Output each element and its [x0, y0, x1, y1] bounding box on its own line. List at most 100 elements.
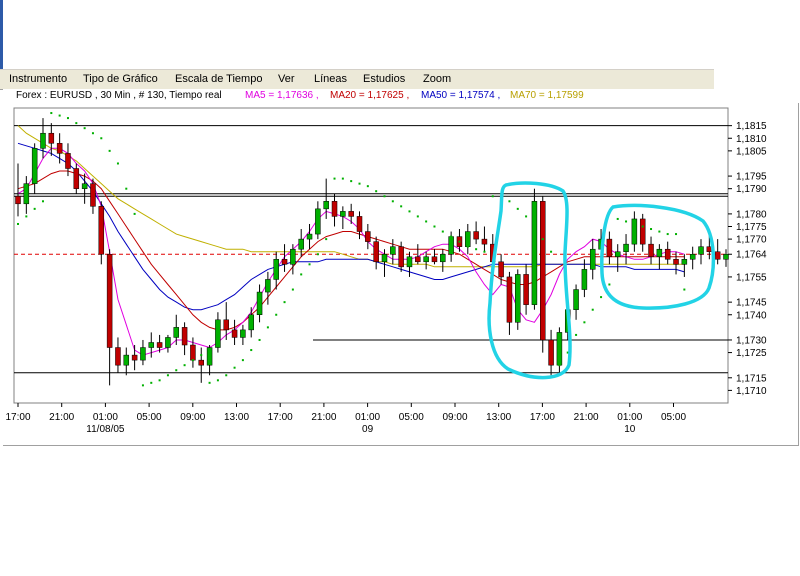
sar-dot: [508, 200, 511, 203]
candle-body: [473, 231, 479, 240]
menu-lineas[interactable]: Líneas: [314, 73, 347, 85]
x-tick-label: 21:00: [574, 412, 599, 423]
menu-escala-de-tiempo[interactable]: Escala de Tiempo: [175, 73, 262, 85]
candle-body: [614, 251, 621, 258]
candle-body: [165, 337, 171, 348]
y-tick-label: 1,1710: [736, 386, 767, 397]
price-chart[interactable]: 1,1815 1,18101,1805 1,17951,1790 1,1780 1,17…: [3, 103, 798, 445]
y-tick-label: 1,1764: [736, 250, 767, 261]
candle-body: [506, 276, 513, 323]
sar-dot: [108, 149, 111, 152]
sar-dot: [358, 182, 361, 185]
sar-dot: [66, 117, 69, 120]
top-blank-area: [0, 0, 800, 66]
window-edge: [0, 0, 3, 70]
x-tick-label: 01:00: [355, 412, 380, 423]
menu-estudios[interactable]: Estudios: [363, 73, 405, 85]
sar-dot: [625, 220, 628, 223]
candle-body: [265, 279, 271, 293]
sar-dot: [433, 225, 436, 228]
candle-body: [689, 253, 696, 260]
candle-body: [23, 183, 30, 205]
candle-body: [365, 231, 371, 242]
x-tick-label: 13:00: [486, 412, 511, 423]
candle-body: [581, 269, 588, 290]
y-tick-label: 1,1795: [736, 172, 767, 183]
candle-body: [673, 259, 679, 265]
ma50-legend: MA50 = 1,17574 ,: [421, 90, 501, 101]
sar-dot: [533, 225, 536, 228]
sar-dot: [17, 222, 19, 225]
instrument-info: Forex : EURUSD , 30 Min , # 130, Tiempo …: [16, 90, 222, 101]
menu-ver[interactable]: Ver: [278, 73, 295, 85]
sar-dot: [400, 205, 403, 208]
candle-body: [531, 201, 538, 305]
sar-dot: [366, 185, 369, 188]
sar-dot: [33, 207, 36, 210]
sar-dot: [466, 245, 469, 248]
y-tick-label: 1,1805: [736, 146, 767, 157]
sar-dot: [283, 301, 286, 304]
sar-dot: [216, 379, 219, 382]
candle-body: [331, 201, 338, 217]
candle-body: [440, 253, 446, 263]
sar-dot: [191, 359, 194, 362]
candle-body: [648, 243, 654, 258]
y-tick-label: 1,1755: [736, 272, 767, 283]
ma20-legend: MA20 = 1,17625 ,: [330, 90, 410, 101]
sar-dot: [458, 240, 461, 243]
candle-body: [73, 168, 80, 189]
candle-body: [281, 259, 288, 265]
sar-dot: [100, 137, 103, 140]
sar-dot: [650, 228, 653, 231]
candle-body: [606, 238, 613, 258]
sar-dot: [408, 210, 411, 213]
candle-body: [290, 248, 296, 265]
candle-body: [623, 243, 629, 252]
sar-dot: [383, 195, 386, 198]
candle-body: [406, 256, 413, 268]
menu-instrumento[interactable]: Instrumento: [9, 73, 67, 85]
candle-body: [181, 327, 188, 346]
menu-tipo-de-grafico[interactable]: Tipo de Gráfico: [83, 73, 158, 85]
sar-dot: [116, 162, 119, 165]
candle-body: [664, 248, 671, 260]
sar-dot: [483, 250, 486, 253]
sar-dot: [558, 364, 561, 367]
candle-body: [698, 246, 704, 255]
menu-bar: Instrumento Tipo de Gráfico Escala de Ti…: [0, 69, 714, 90]
y-tick-label: 1,1790: [736, 184, 767, 195]
x-tick-label: 17:00: [5, 412, 30, 423]
sar-dot: [275, 313, 278, 316]
candle-body: [631, 218, 638, 245]
sar-dot: [633, 222, 636, 225]
x-tick-label: 13:00: [224, 412, 249, 423]
x-tick-label: 05:00: [399, 412, 424, 423]
sar-dot: [450, 235, 453, 238]
sar-dot: [325, 238, 328, 241]
sar-dot: [350, 180, 353, 183]
candle-body: [415, 256, 421, 263]
candle-body: [589, 248, 596, 270]
sar-dot: [150, 381, 153, 384]
sar-dot: [658, 230, 661, 233]
x-tick-label: 17:00: [530, 412, 555, 423]
candle-body: [106, 253, 113, 348]
sar-dot: [200, 354, 203, 357]
x-tick-label: 01:00: [617, 412, 642, 423]
candle-body: [90, 183, 96, 207]
date-label: 11/08/05: [86, 424, 125, 435]
sar-dot: [375, 190, 378, 193]
candle-body: [398, 246, 404, 268]
sar-dot: [175, 369, 178, 372]
sar-dot: [233, 366, 236, 369]
sar-dot: [583, 321, 586, 324]
candle-body: [81, 183, 88, 189]
sar-dot: [683, 288, 686, 291]
chart-area[interactable]: 1,1815 1,1810 1,1805 1,1795 1,1790 1,1780 1,17…: [3, 103, 799, 446]
sar-dot: [225, 374, 228, 377]
menu-zoom[interactable]: Zoom: [423, 73, 451, 85]
ma20-line: [17, 170, 685, 331]
sar-dot: [166, 374, 169, 377]
candle-body: [540, 201, 546, 341]
